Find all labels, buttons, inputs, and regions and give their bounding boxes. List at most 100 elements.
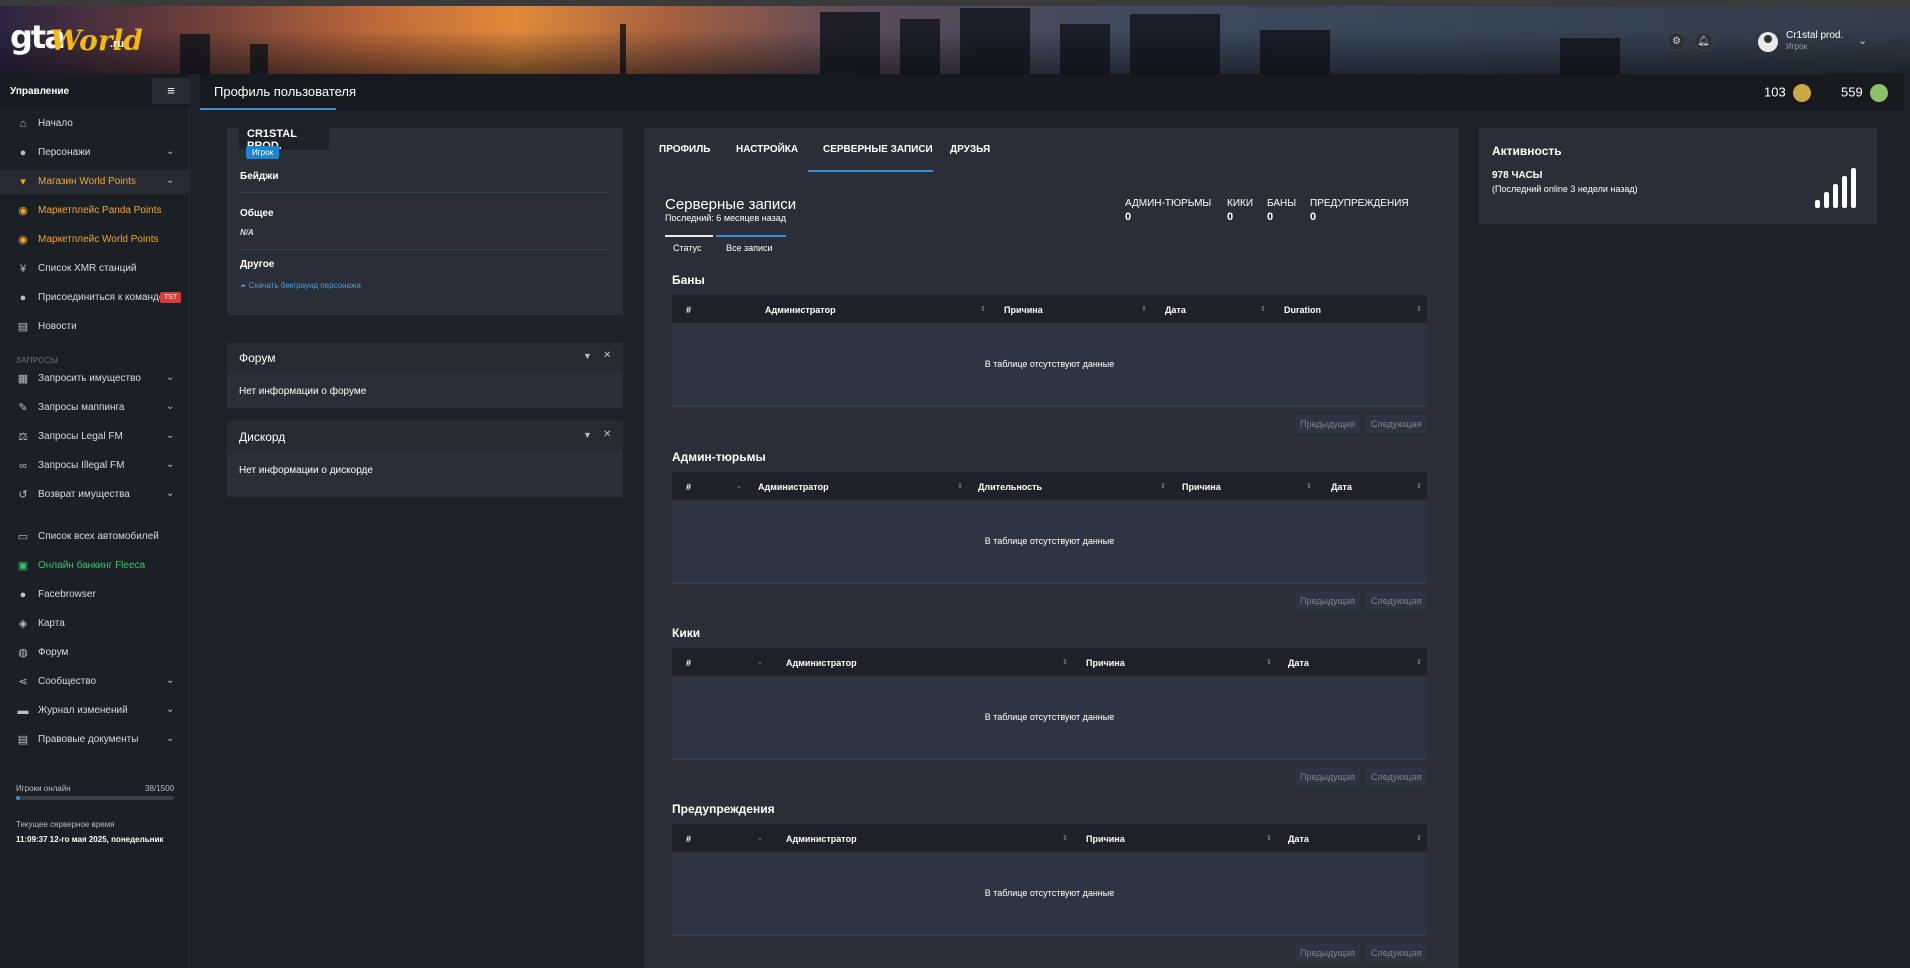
- tab-profile[interactable]: ПРОФИЛЬ: [659, 144, 710, 155]
- sidebar-item-world-marketplace[interactable]: ◉ Маркетплейс World Points: [0, 228, 190, 252]
- sidebar-item-label: Форум: [38, 647, 69, 658]
- column-header[interactable]: #: [686, 305, 691, 315]
- sort-icon[interactable]: ⇕: [1416, 834, 1422, 842]
- coin-value: 559: [1841, 84, 1863, 100]
- sidebar-item-property-return[interactable]: ↺ Возврат имущества ⌄: [0, 483, 190, 507]
- sort-icon[interactable]: ⇕: [1306, 482, 1312, 490]
- sidebar-item-label: Возврат имущества: [38, 489, 130, 500]
- sort-icon[interactable]: ⇕: [980, 305, 986, 313]
- sort-icon[interactable]: ⌄: [757, 834, 763, 842]
- subtab-all-records[interactable]: Все записи: [726, 243, 773, 253]
- site-logo[interactable]: gta World .ru: [10, 16, 143, 62]
- sidebar-item-request-property[interactable]: ▦ Запросить имущество ⌄: [0, 367, 190, 391]
- prev-page-button[interactable]: Предыдущая: [1295, 768, 1361, 786]
- sidebar-item-forum[interactable]: ◍ Форум: [0, 641, 190, 665]
- page-scrollbar[interactable]: [1904, 74, 1910, 968]
- chevron-down-icon: ⌄: [1858, 35, 1868, 47]
- tab-friends[interactable]: ДРУЗЬЯ: [950, 144, 990, 155]
- sort-icon[interactable]: ⌄: [736, 482, 742, 490]
- hamburger-menu-icon[interactable]: ≡: [152, 78, 190, 104]
- sidebar-item-characters[interactable]: ● Персонажи ⌄: [0, 141, 190, 165]
- prev-page-button[interactable]: Предыдущая: [1295, 944, 1361, 962]
- sidebar-item-xmr-stations[interactable]: ¥ Список XMR станций: [0, 257, 190, 281]
- next-page-button[interactable]: Следующая: [1366, 768, 1427, 786]
- subtab-status[interactable]: Статус: [673, 243, 701, 253]
- column-header[interactable]: #: [686, 482, 691, 492]
- sidebar-item-world-points-shop[interactable]: ▾ Магазин World Points ⌄: [0, 170, 190, 194]
- sidebar-header: Управление ≡: [0, 74, 190, 108]
- sidebar-item-illegal-fm[interactable]: ∞ Запросы Illegal FM ⌄: [0, 454, 190, 478]
- prev-page-button[interactable]: Предыдущая: [1295, 415, 1361, 433]
- sidebar-item-panda-marketplace[interactable]: ◉ Маркетплейс Panda Points: [0, 199, 190, 223]
- prev-page-button[interactable]: Предыдущая: [1295, 592, 1361, 610]
- banner-shade: [0, 0, 1910, 74]
- user-menu[interactable]: Cr1stal prod. Игрок ⌄: [1754, 28, 1874, 56]
- column-header[interactable]: Duration: [1284, 305, 1321, 315]
- column-header[interactable]: Причина: [1182, 482, 1221, 492]
- close-icon[interactable]: ✕: [603, 429, 611, 440]
- sort-icon[interactable]: ⇕: [1260, 305, 1266, 313]
- close-icon[interactable]: ✕: [603, 350, 611, 361]
- table-header: # Администратор ⇕ Причина ⇕ Дата ⇕ Durat…: [672, 295, 1427, 323]
- next-page-button[interactable]: Следующая: [1366, 944, 1427, 962]
- sidebar-item-changelog[interactable]: ▬ Журнал изменений ⌄: [0, 699, 190, 723]
- sort-icon[interactable]: ⇕: [1062, 658, 1068, 666]
- sort-icon[interactable]: ⇕: [957, 482, 963, 490]
- sort-icon[interactable]: ⌄: [757, 658, 763, 666]
- car-icon: ▭: [17, 531, 29, 543]
- bell-icon[interactable]: 🔔︎: [1694, 32, 1713, 51]
- sidebar-title: Управление: [10, 86, 70, 97]
- stat-label: ПРЕДУПРЕЖДЕНИЯ: [1310, 198, 1409, 209]
- sort-icon[interactable]: ⇕: [1416, 305, 1422, 313]
- column-header[interactable]: Администратор: [765, 305, 836, 315]
- page-titlebar: Профиль пользователя 103 559: [200, 74, 1910, 110]
- sidebar-item-mapping-requests[interactable]: ✎ Запросы маппинга ⌄: [0, 396, 190, 420]
- chevron-down-icon: ⌄: [166, 488, 175, 499]
- sidebar-item-news[interactable]: ▤ Новости: [0, 315, 190, 339]
- next-page-button[interactable]: Следующая: [1366, 592, 1427, 610]
- column-header[interactable]: Администратор: [786, 834, 857, 844]
- collapse-icon[interactable]: ▼: [583, 351, 592, 361]
- collapse-icon[interactable]: ▼: [583, 430, 592, 440]
- column-header[interactable]: Причина: [1004, 305, 1043, 315]
- sort-icon[interactable]: ⇕: [1416, 482, 1422, 490]
- sort-icon[interactable]: ⇕: [1141, 305, 1147, 313]
- sidebar-item-legal-fm[interactable]: ⚖ Запросы Legal FM ⌄: [0, 425, 190, 449]
- sidebar-item-legal-docs[interactable]: ▤ Правовые документы ⌄: [0, 728, 190, 752]
- tab-server-records[interactable]: СЕРВЕРНЫЕ ЗАПИСИ: [823, 144, 933, 155]
- tab-settings[interactable]: НАСТРОЙКА: [736, 144, 798, 155]
- column-header[interactable]: #: [686, 658, 691, 668]
- column-header[interactable]: Дата: [1288, 834, 1309, 844]
- column-header[interactable]: Администратор: [786, 658, 857, 668]
- sidebar-item-map[interactable]: ◈ Карта: [0, 612, 190, 636]
- column-header[interactable]: Причина: [1086, 834, 1125, 844]
- next-page-button[interactable]: Следующая: [1366, 415, 1427, 433]
- sort-icon[interactable]: ⇕: [1416, 658, 1422, 666]
- sidebar-item-vehicles[interactable]: ▭ Список всех автомобилей: [0, 525, 190, 549]
- sort-icon[interactable]: ⇕: [1160, 482, 1166, 490]
- column-header[interactable]: Дата: [1288, 658, 1309, 668]
- sidebar-item-join-team[interactable]: ● Присоединиться к команде! TST: [0, 286, 190, 310]
- download-background-link[interactable]: ⏶ Скачать бекграунд персонажа: [240, 281, 361, 291]
- sidebar-item-community[interactable]: ⋖ Сообщество ⌄: [0, 670, 190, 694]
- section-title-bans: Баны: [672, 273, 705, 287]
- column-header[interactable]: Длительность: [978, 482, 1042, 492]
- sort-icon[interactable]: ⇕: [1062, 834, 1068, 842]
- signal-bar: [1851, 168, 1856, 208]
- column-header[interactable]: #: [686, 834, 691, 844]
- column-header[interactable]: Администратор: [758, 482, 829, 492]
- stat-label: КИКИ: [1227, 198, 1254, 209]
- sidebar-item-facebrowser[interactable]: ● Facebrowser: [0, 583, 190, 607]
- sidebar-item-label: Запросы Legal FM: [38, 431, 123, 442]
- gear-icon[interactable]: ⚙: [1667, 32, 1686, 51]
- sort-icon[interactable]: ⇕: [1266, 834, 1272, 842]
- scale-icon: ⚖: [18, 431, 28, 443]
- user-name: Cr1stal prod.: [1786, 30, 1844, 41]
- column-header[interactable]: Причина: [1086, 658, 1125, 668]
- sort-icon[interactable]: ⇕: [1266, 658, 1272, 666]
- sidebar-item-home[interactable]: ⌂ Начало: [0, 112, 190, 136]
- column-header[interactable]: Дата: [1165, 305, 1186, 315]
- column-header[interactable]: Дата: [1331, 482, 1352, 492]
- activity-last-online: (Последний online 3 недели назад): [1492, 184, 1638, 194]
- sidebar-item-fleeca-banking[interactable]: ▣ Онлайн банкинг Fleeca: [0, 554, 190, 578]
